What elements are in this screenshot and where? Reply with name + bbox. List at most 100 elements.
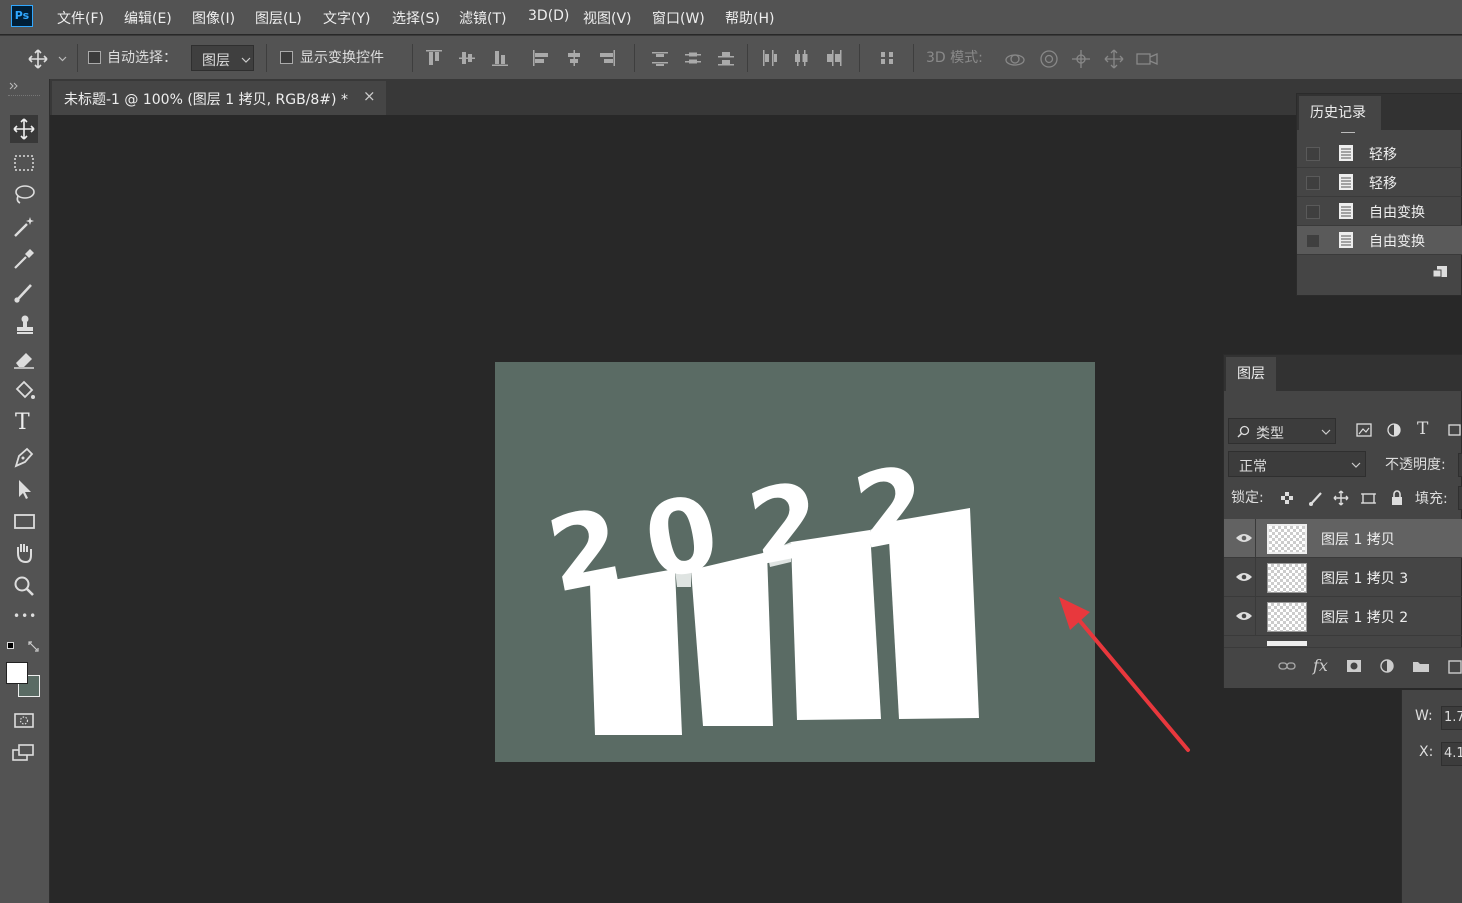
new-adjustment-layer-icon[interactable]	[1379, 658, 1395, 674]
blend-mode-dropdown[interactable]: 正常	[1228, 451, 1366, 477]
opacity-field[interactable]	[1458, 453, 1462, 477]
auto-select-target-dropdown[interactable]: 图层	[191, 45, 254, 71]
history-item[interactable]: 轻移	[1297, 139, 1462, 168]
3d-pan-icon[interactable]	[1070, 48, 1092, 70]
3d-slide-icon[interactable]	[1103, 48, 1125, 70]
swap-colors-icon[interactable]	[27, 640, 40, 653]
type-tool[interactable]: T	[10, 410, 38, 438]
chevron-down-icon	[1321, 429, 1331, 435]
collapse-panel-icon[interactable]	[9, 82, 19, 90]
history-snapshot-checkbox[interactable]	[1306, 176, 1320, 190]
zoom-tool[interactable]	[10, 572, 38, 600]
lock-all-icon[interactable]	[1390, 490, 1404, 506]
distribute-spacing-icon[interactable]	[878, 49, 896, 67]
history-state-icon	[1339, 174, 1353, 190]
history-snapshot-checkbox[interactable]	[1306, 234, 1320, 248]
distribute-left-icon[interactable]	[760, 49, 778, 67]
opacity-label: 不透明度:	[1385, 457, 1446, 473]
distribute-horizontal-center-icon[interactable]	[792, 49, 810, 67]
menu-3d[interactable]: 3D(D)	[528, 8, 569, 24]
document-tab[interactable]: 未标题-1 @ 100% (图层 1 拷贝, RGB/8#) * ×	[52, 81, 386, 115]
align-bottom-icon[interactable]	[491, 49, 509, 67]
layer-row[interactable]: 图层 1 拷贝 2	[1224, 597, 1462, 636]
history-tab[interactable]: 历史记录	[1299, 96, 1381, 130]
distribute-top-icon[interactable]	[651, 49, 669, 67]
new-group-folder-icon[interactable]	[1412, 659, 1430, 673]
layer-row[interactable]: 图层 1 拷贝 3	[1224, 558, 1462, 597]
3d-camera-icon[interactable]	[1135, 48, 1161, 70]
layer-filter-dropdown[interactable]: 类型	[1228, 418, 1336, 444]
3d-roll-icon[interactable]	[1038, 48, 1060, 70]
history-item[interactable]: 轻移	[1297, 168, 1462, 197]
lasso-tool[interactable]	[10, 181, 38, 209]
menu-select[interactable]: 选择(S)	[392, 8, 440, 28]
filter-pixel-layers-icon[interactable]	[1355, 422, 1373, 438]
show-transform-checkbox[interactable]	[280, 51, 293, 64]
new-layer-icon[interactable]	[1446, 658, 1462, 674]
menu-window[interactable]: 窗口(W)	[652, 8, 705, 28]
layer-row[interactable]: 图层 1 拷贝	[1224, 519, 1462, 558]
lock-image-pixels-icon[interactable]	[1308, 490, 1324, 506]
foreground-color-swatch[interactable]	[6, 662, 28, 684]
move-tool-preset-icon[interactable]	[27, 48, 69, 70]
new-document-from-state-icon[interactable]	[1431, 264, 1449, 280]
menu-filter[interactable]: 滤镜(T)	[459, 8, 506, 28]
link-layers-icon[interactable]	[1278, 660, 1296, 672]
history-snapshot-checkbox[interactable]	[1306, 147, 1320, 161]
filter-type-layers-icon[interactable]: T	[1417, 419, 1428, 439]
magic-wand-tool[interactable]	[10, 213, 38, 241]
eyedropper-tool[interactable]	[10, 245, 38, 273]
lock-artboard-icon[interactable]	[1360, 490, 1377, 506]
align-top-icon[interactable]	[425, 49, 443, 67]
width-input[interactable]: 1.7	[1441, 706, 1462, 730]
lock-transparent-pixels-icon[interactable]	[1280, 491, 1294, 505]
3d-orbit-icon[interactable]	[1003, 48, 1029, 70]
menu-file[interactable]: 文件(F)	[57, 8, 104, 28]
filter-adjustment-layers-icon[interactable]	[1386, 422, 1402, 438]
align-horizontal-center-icon[interactable]	[565, 49, 583, 67]
close-tab-icon[interactable]: ×	[363, 87, 376, 105]
layer-style-fx-icon[interactable]: fx	[1313, 656, 1328, 675]
fill-field[interactable]	[1458, 486, 1462, 510]
menu-view[interactable]: 视图(V)	[583, 8, 632, 28]
path-selection-tool[interactable]	[10, 475, 38, 503]
history-item-selected[interactable]: 自由变换	[1297, 226, 1462, 255]
distribute-vertical-center-icon[interactable]	[684, 49, 702, 67]
eraser-tool[interactable]	[10, 345, 38, 373]
menu-image[interactable]: 图像(I)	[192, 8, 235, 28]
document-canvas[interactable]: 2022 2 0 2 2	[495, 362, 1095, 762]
menu-type[interactable]: 文字(Y)	[323, 8, 370, 28]
menu-help[interactable]: 帮助(H)	[725, 8, 774, 28]
quick-mask-button[interactable]	[10, 706, 38, 734]
default-colors-icon[interactable]	[7, 642, 14, 649]
distribute-right-icon[interactable]	[825, 49, 843, 67]
eye-visibility-icon[interactable]	[1235, 610, 1253, 622]
history-snapshot-checkbox[interactable]	[1306, 205, 1320, 219]
eye-visibility-icon[interactable]	[1235, 571, 1253, 583]
add-mask-icon[interactable]	[1346, 659, 1362, 673]
history-item[interactable]: 自由变换	[1297, 197, 1462, 226]
more-tools-button[interactable]: •••	[10, 605, 38, 633]
rectangle-tool[interactable]	[10, 507, 38, 535]
eye-visibility-icon[interactable]	[1235, 532, 1253, 544]
marquee-tool[interactable]	[10, 149, 38, 177]
align-vertical-center-icon[interactable]	[458, 49, 476, 67]
x-input[interactable]: 4.1	[1441, 742, 1462, 766]
history-item-label: 轻移	[1369, 147, 1397, 163]
brush-tool[interactable]	[10, 279, 38, 307]
clone-stamp-tool[interactable]	[10, 311, 38, 339]
menu-layer[interactable]: 图层(L)	[255, 8, 302, 28]
distribute-bottom-icon[interactable]	[717, 49, 735, 67]
lock-position-icon[interactable]	[1333, 490, 1349, 506]
align-right-icon[interactable]	[598, 49, 616, 67]
paint-bucket-tool[interactable]	[10, 377, 38, 405]
screen-mode-button[interactable]	[10, 739, 38, 767]
move-tool[interactable]	[10, 115, 38, 143]
pen-tool[interactable]	[10, 443, 38, 471]
hand-tool[interactable]	[10, 539, 38, 567]
layers-tab[interactable]: 图层	[1226, 357, 1276, 391]
filter-shape-layers-icon[interactable]	[1446, 422, 1462, 438]
align-left-icon[interactable]	[532, 49, 550, 67]
auto-select-checkbox[interactable]	[88, 51, 101, 64]
menu-edit[interactable]: 编辑(E)	[124, 8, 172, 28]
